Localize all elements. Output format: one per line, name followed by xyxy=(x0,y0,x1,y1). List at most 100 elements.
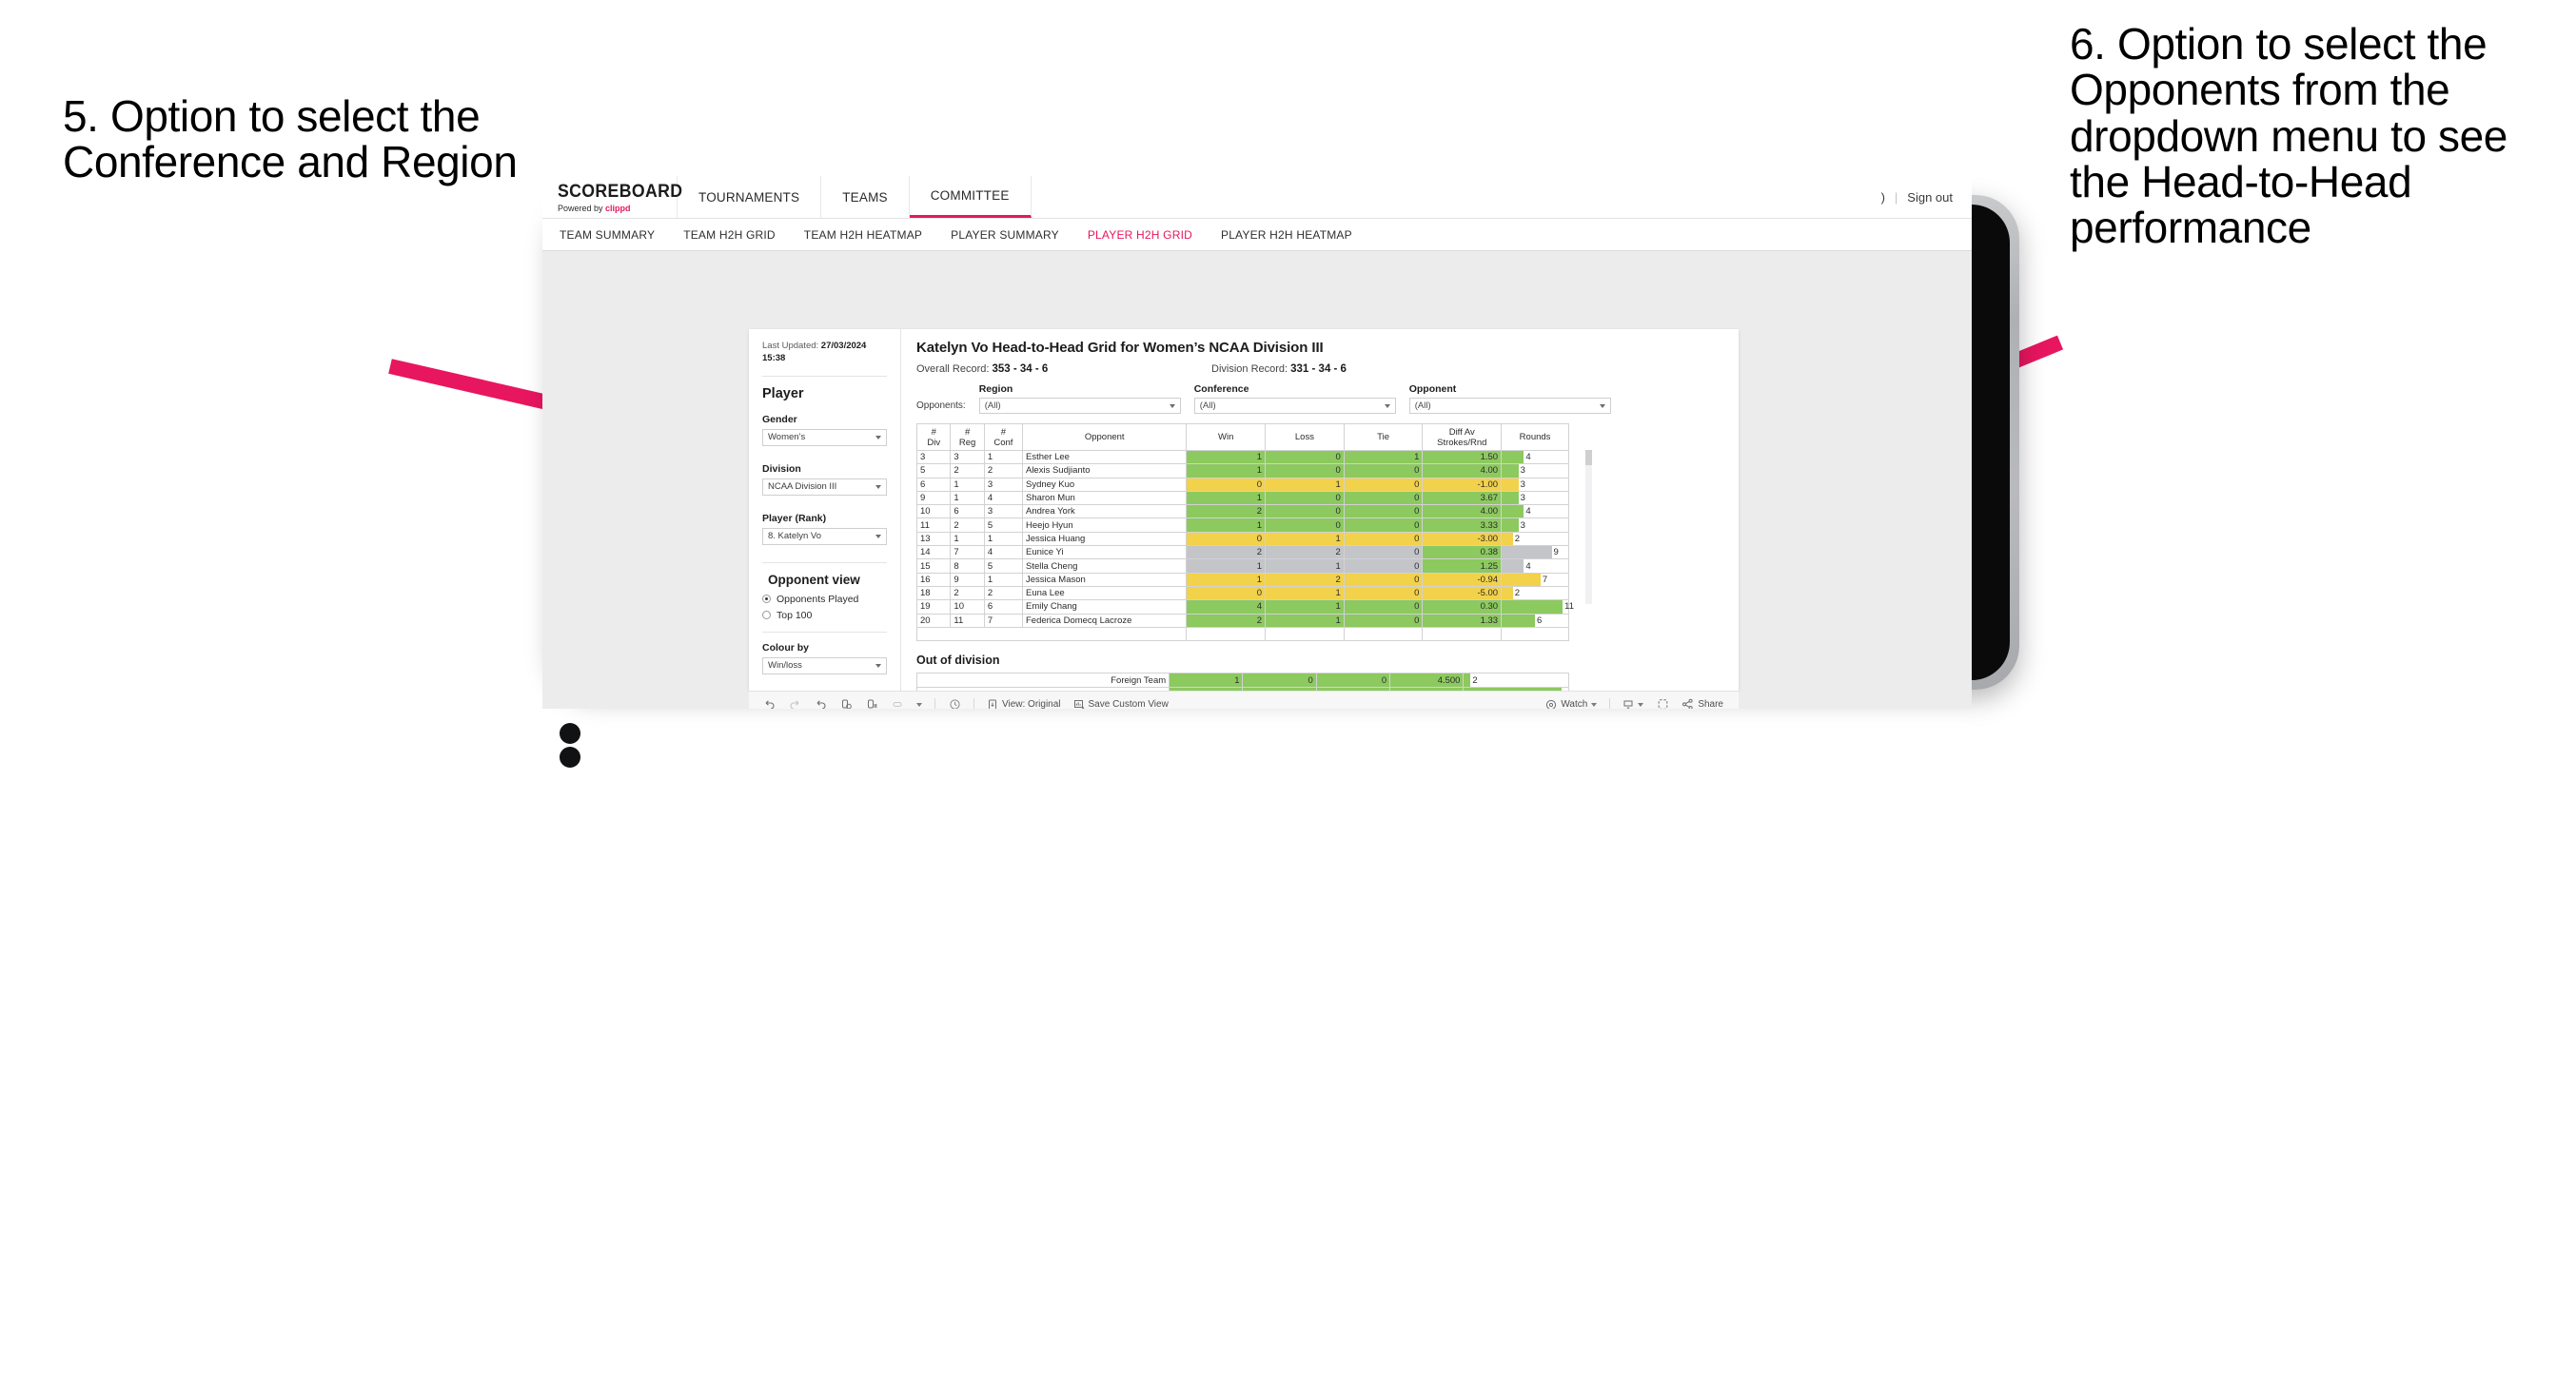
cell-win: 1 xyxy=(1186,558,1267,574)
cell-opponent: Sydney Kuo xyxy=(1021,477,1188,492)
table-row[interactable]: 14 7 4 Eunice Yi 2 2 0 0.38 9 xyxy=(915,545,1569,560)
table-row[interactable]: 6 1 3 Sydney Kuo 0 1 0 -1.00 3 xyxy=(915,477,1569,492)
table-row[interactable]: 10 6 3 Andrea York 2 0 0 4.00 4 xyxy=(915,504,1569,519)
share-button[interactable]: Share xyxy=(1681,698,1723,709)
division-select[interactable]: NCAA Division III xyxy=(762,478,887,496)
cell-rounds: 6 xyxy=(1501,613,1569,628)
cell-win: 2 xyxy=(1186,504,1267,519)
player-rank-label: Player (Rank) xyxy=(762,512,827,524)
watch-button[interactable]: Watch xyxy=(1545,699,1598,709)
radio-icon xyxy=(762,595,771,604)
cell-loss: 0 xyxy=(1265,463,1345,478)
cell-diff: 1.50 xyxy=(1422,449,1503,465)
table-row[interactable]: 19 10 6 Emily Chang 4 1 0 0.30 11 xyxy=(915,599,1574,615)
sign-out-link[interactable]: Sign out xyxy=(1907,190,1953,205)
save-custom-view-button[interactable]: Save Custom View xyxy=(1073,699,1169,709)
user-icon[interactable]: ) xyxy=(1881,190,1885,205)
cell-tie: 0 xyxy=(1343,545,1424,560)
opponent-view-heading: Opponent view xyxy=(768,572,860,587)
table-row[interactable]: 9 1 4 Sharon Mun 1 0 0 3.67 3 xyxy=(915,490,1569,506)
cell-win: 1 xyxy=(1186,449,1267,465)
cell-tie: 0 xyxy=(1343,463,1424,478)
cell-conf: 7 xyxy=(983,613,1023,628)
tab-team-summary[interactable]: TEAM SUMMARY xyxy=(560,228,655,242)
table-row[interactable]: 16 9 1 Jessica Mason 1 2 0 -0.94 7 xyxy=(915,572,1569,587)
colour-by-select[interactable]: Win/loss xyxy=(762,656,887,674)
cell-rounds: 3 xyxy=(1501,477,1569,492)
table-row[interactable]: 11 2 5 Heejo Hyun 1 0 0 3.33 3 xyxy=(915,517,1569,533)
table-row[interactable]: 13 1 1 Jessica Huang 0 1 0 -3.00 2 xyxy=(915,531,1569,547)
cell-div: 9 xyxy=(915,490,952,506)
cell-tie: 0 xyxy=(1343,599,1424,615)
nav-item-teams[interactable]: TEAMS xyxy=(821,176,910,218)
toolbar-right: Watch Share xyxy=(1545,698,1739,709)
filter-opponent-label: Opponent xyxy=(1408,383,1457,395)
refresh-data-icon[interactable] xyxy=(839,698,853,709)
cell-div: 15 xyxy=(915,558,952,574)
cell-div: 6 xyxy=(915,477,952,492)
gender-value: Women’s xyxy=(768,432,806,443)
out-of-division-table: Foreign Team1004.5002NAIA Division 11500… xyxy=(915,673,1574,691)
cell-div: 18 xyxy=(915,585,952,601)
cell-win: 1 xyxy=(1186,463,1267,478)
cell-div: 3 xyxy=(915,449,952,465)
grid-scrollbar-thumb[interactable] xyxy=(1585,450,1592,465)
region-select[interactable]: (All) xyxy=(978,398,1181,414)
nav-item-committee[interactable]: COMMITTEE xyxy=(909,176,1032,218)
cell-win: 2 xyxy=(1186,613,1267,628)
table-row[interactable]: 15 8 5 Stella Cheng 1 1 0 1.25 4 xyxy=(915,558,1569,574)
download-button[interactable] xyxy=(1622,699,1644,709)
table-row[interactable]: 20 11 7 Federica Domecq Lacroze 2 1 0 1.33 6 xyxy=(915,613,1569,628)
tab-player-summary[interactable]: PLAYER SUMMARY xyxy=(951,228,1059,242)
radio-opponents-played[interactable]: Opponents Played xyxy=(762,594,887,605)
brand-logo[interactable]: SCOREBOARD Powered by clippd xyxy=(542,176,683,218)
view-original-button[interactable]: View: Original xyxy=(987,699,1061,709)
cell-loss: 2 xyxy=(1265,572,1345,587)
col-opponent: Opponent xyxy=(1021,423,1188,451)
cell-reg: 2 xyxy=(950,463,985,478)
cell-rounds: 3 xyxy=(1501,517,1569,533)
undo-icon[interactable] xyxy=(762,698,776,709)
cell-diff: 0.30 xyxy=(1422,599,1503,615)
table-row[interactable]: 3 3 1 Esther Lee 1 0 1 1.50 4 xyxy=(915,449,1569,465)
clock-icon[interactable] xyxy=(948,698,961,709)
player-rank-select[interactable]: 8. Katelyn Vo xyxy=(762,527,887,545)
cell-win: 2 xyxy=(1186,545,1267,560)
opponent-select[interactable]: (All) xyxy=(1408,398,1611,414)
conference-select[interactable]: (All) xyxy=(1193,398,1396,414)
fullscreen-icon[interactable] xyxy=(1656,698,1669,709)
grid-scrollbar-track[interactable] xyxy=(1585,450,1592,604)
cell-opponent: Jessica Huang xyxy=(1021,531,1188,547)
chevron-down-icon[interactable] xyxy=(916,702,922,707)
tab-player-h2h-grid[interactable]: PLAYER H2H GRID xyxy=(1088,228,1192,242)
cell-loss: 0 xyxy=(1265,517,1345,533)
radio-top-100[interactable]: Top 100 xyxy=(762,610,887,621)
redo-icon[interactable] xyxy=(788,698,801,709)
tab-player-h2h-heatmap[interactable]: PLAYER H2H HEATMAP xyxy=(1221,228,1352,242)
revert-icon[interactable] xyxy=(814,698,827,709)
highlight-icon[interactable] xyxy=(891,698,904,710)
gender-select[interactable]: Women’s xyxy=(762,428,887,446)
cell-reg: 7 xyxy=(950,545,985,560)
app-header: SCOREBOARD Powered by clippd TOURNAMENTS… xyxy=(542,176,1972,219)
share-label: Share xyxy=(1698,699,1723,709)
brand-title: SCOREBOARD xyxy=(558,181,683,202)
tab-team-h2h-grid[interactable]: TEAM H2H GRID xyxy=(683,228,776,242)
cell-reg: 8 xyxy=(950,558,985,574)
nav-item-tournaments[interactable]: TOURNAMENTS xyxy=(678,176,822,218)
last-updated-time: 15:38 xyxy=(762,352,786,363)
cell-conf: 5 xyxy=(983,558,1023,574)
division-label: Division xyxy=(762,462,801,475)
out-of-division-title: Out of division xyxy=(916,654,1000,668)
cell-win: 4 xyxy=(1186,599,1267,615)
pause-updates-icon[interactable] xyxy=(865,698,878,710)
annotation-left: 5. Option to select the Conference and R… xyxy=(63,91,518,187)
tab-team-h2h-heatmap[interactable]: TEAM H2H HEATMAP xyxy=(804,228,922,242)
cell-diff: 3.67 xyxy=(1422,490,1503,506)
records-row: Overall Record: 353 - 34 - 6 Division Re… xyxy=(916,363,1725,375)
grid-head: # Div # Reg # Conf Opponent Win Loss Tie Di… xyxy=(915,423,1569,451)
cell-rounds: 4 xyxy=(1501,558,1569,574)
table-row[interactable]: Foreign Team 1 0 0 4.500 2 xyxy=(915,673,1569,689)
table-row[interactable]: 5 2 2 Alexis Sudjianto 1 0 0 4.00 3 xyxy=(915,463,1569,478)
table-row[interactable]: 18 2 2 Euna Lee 0 1 0 -5.00 2 xyxy=(915,585,1569,601)
